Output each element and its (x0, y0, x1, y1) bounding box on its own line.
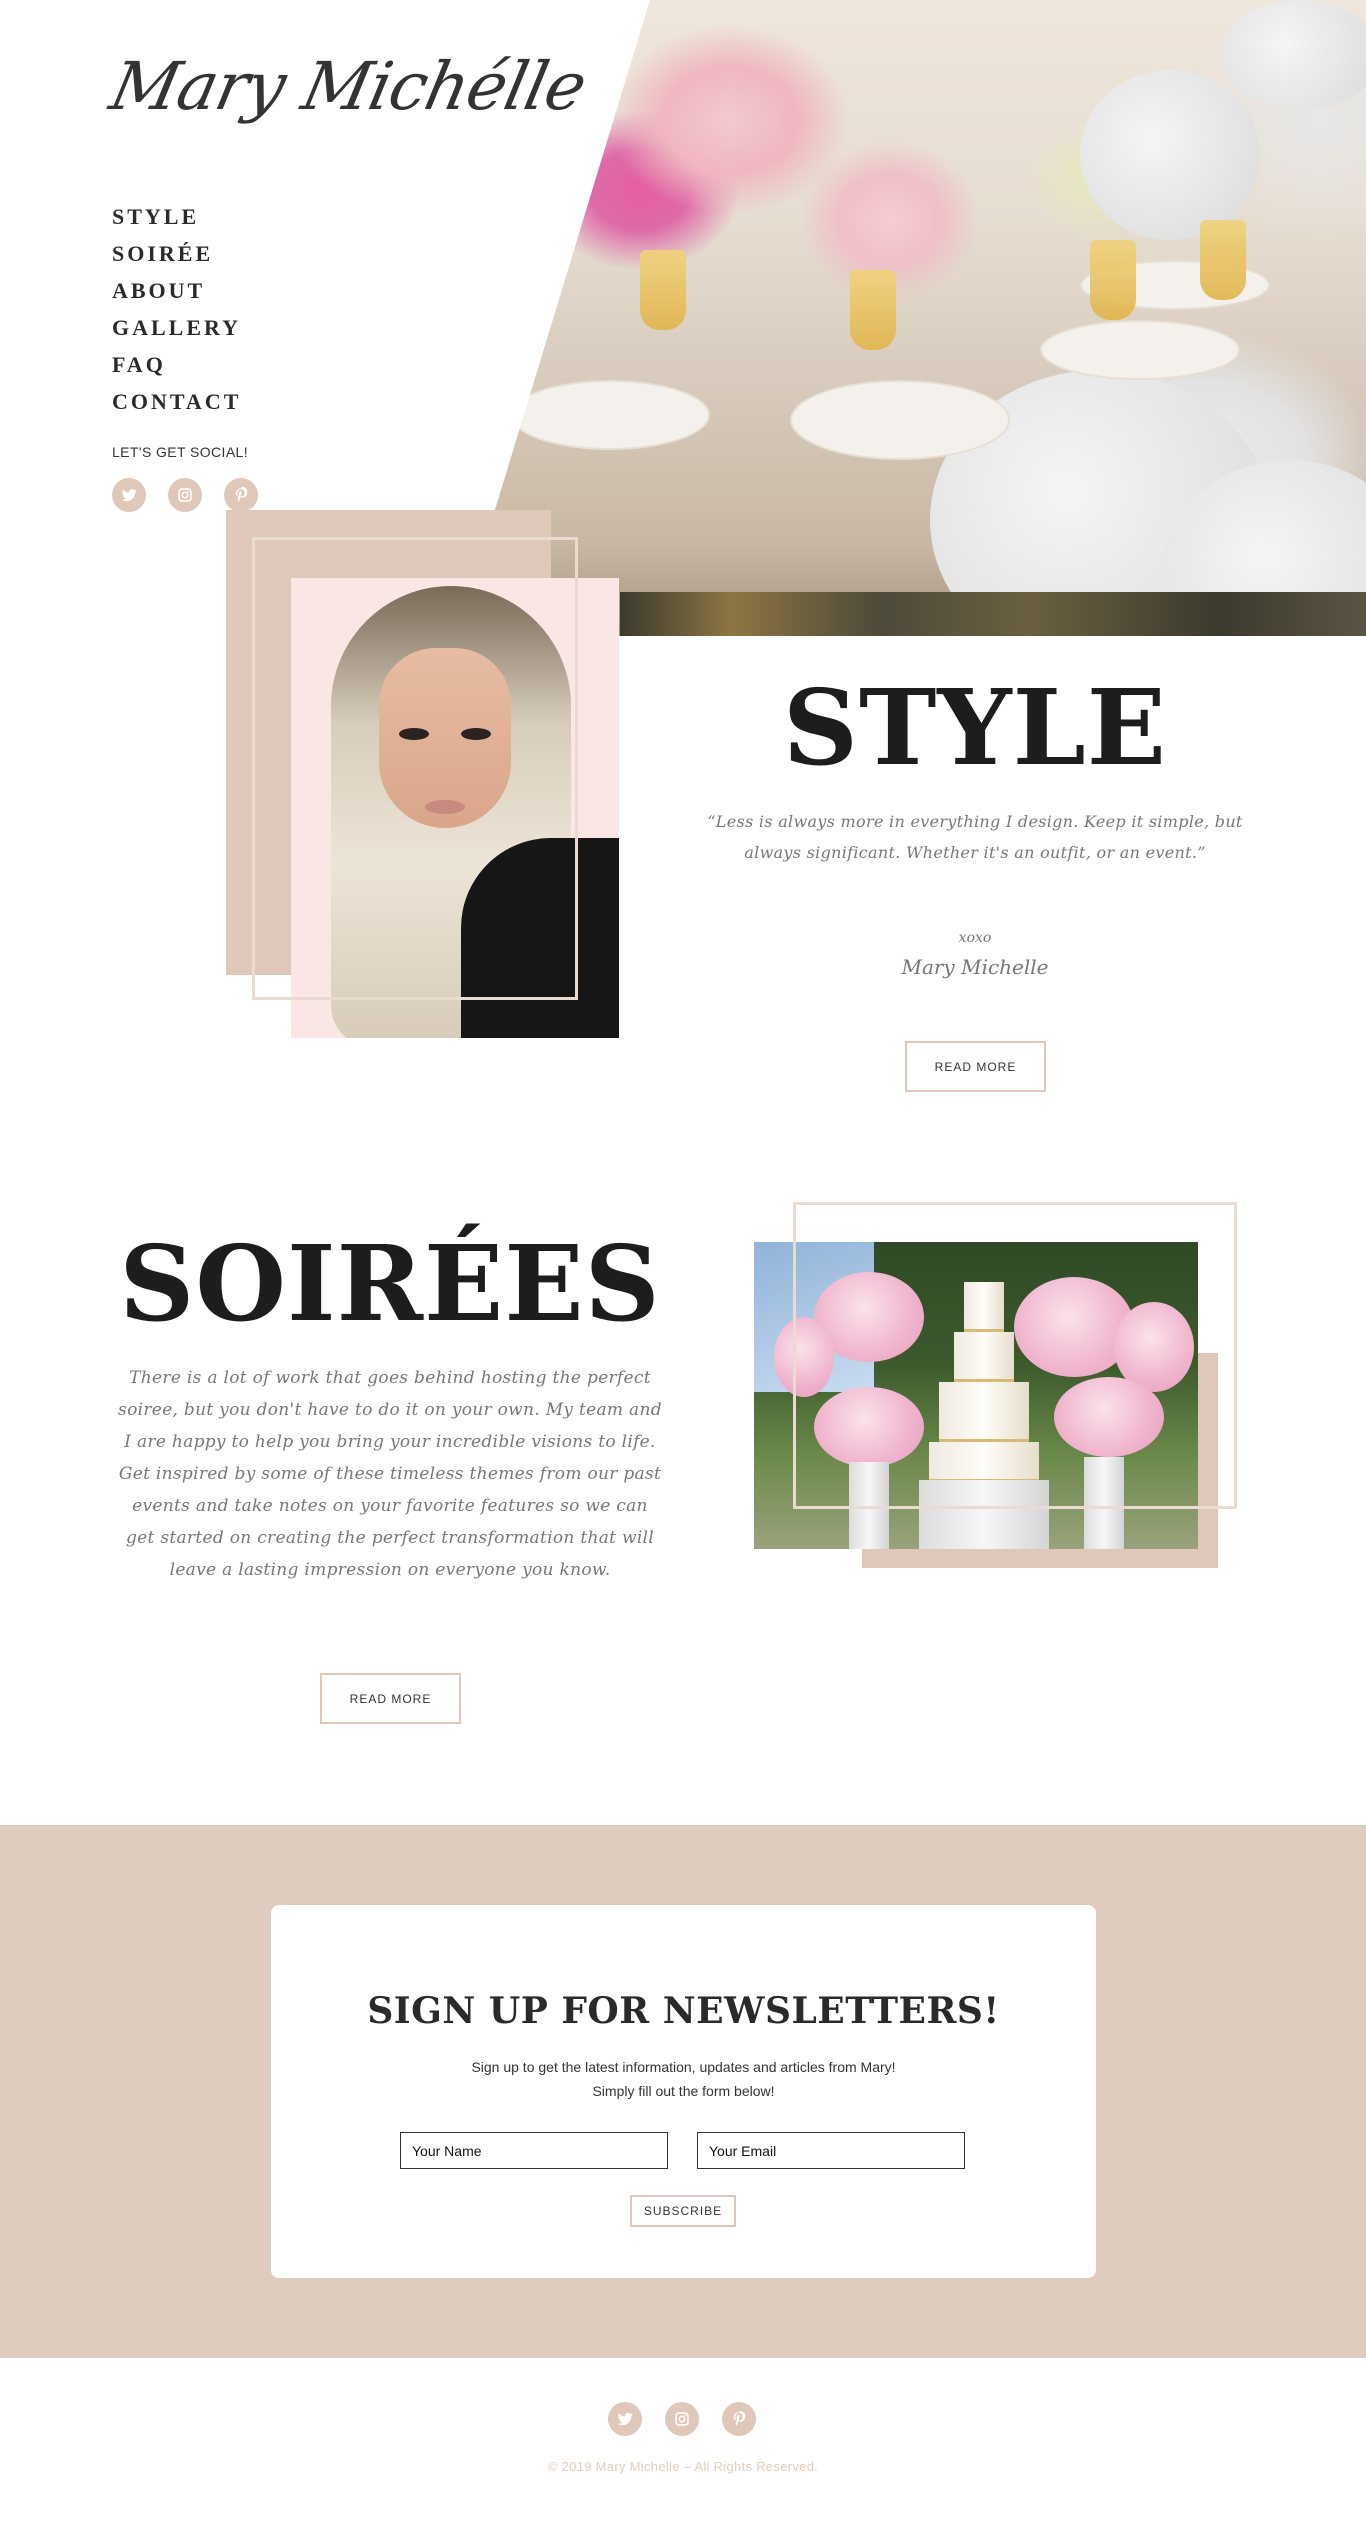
newsletter-subtitle: Sign up to get the latest information, u… (271, 2055, 1096, 2103)
email-input[interactable] (697, 2132, 965, 2169)
pinterest-icon[interactable] (224, 478, 258, 512)
pinterest-icon[interactable] (722, 2402, 756, 2436)
nav-contact[interactable]: CONTACT (112, 383, 241, 420)
instagram-icon[interactable] (665, 2402, 699, 2436)
style-heading: STYLE (782, 666, 1168, 789)
nav-style[interactable]: STYLE (112, 198, 241, 235)
soirees-description: There is a lot of work that goes behind … (118, 1368, 662, 1580)
name-input[interactable] (400, 2132, 668, 2169)
portrait-frame-overlay (252, 537, 578, 1000)
site-logo[interactable]: Mary Michélle (104, 48, 593, 125)
main-nav: STYLE SOIRÉE ABOUT GALLERY FAQ CONTACT (112, 198, 241, 420)
style-read-more-button[interactable]: READ MORE (905, 1041, 1046, 1092)
nav-about[interactable]: ABOUT (112, 272, 241, 309)
header-social-links (112, 478, 258, 512)
soirees-read-more-button[interactable]: READ MORE (320, 1673, 461, 1724)
newsletter-title: SIGN UP FOR NEWSLETTERS! (367, 1990, 1000, 2032)
nav-faq[interactable]: FAQ (112, 346, 241, 383)
footer-social-links (608, 2402, 756, 2436)
style-quote: “Less is always more in everything I des… (707, 812, 1243, 862)
instagram-icon[interactable] (168, 478, 202, 512)
nav-gallery[interactable]: GALLERY (112, 309, 241, 346)
social-label: LET'S GET SOCIAL! (112, 444, 249, 460)
twitter-icon[interactable] (608, 2402, 642, 2436)
soirees-heading: SOIRÉES (119, 1222, 661, 1345)
newsletter-subtitle-line-1: Sign up to get the latest information, u… (471, 2059, 896, 2075)
nav-soiree[interactable]: SOIRÉE (112, 235, 241, 272)
subscribe-button[interactable]: SUBSCRIBE (630, 2195, 736, 2227)
newsletter-subtitle-line-2: Simply fill out the form below! (592, 2083, 775, 2099)
cake-frame-outline (793, 1202, 1237, 1509)
style-xoxo: xoxo (958, 930, 992, 946)
style-signoff: Mary Michelle (901, 955, 1049, 979)
newsletter-card: SIGN UP FOR NEWSLETTERS! Sign up to get … (271, 1905, 1096, 2278)
twitter-icon[interactable] (112, 478, 146, 512)
copyright-text: © 2019 Mary Michelle – All Rights Reserv… (547, 2459, 819, 2474)
